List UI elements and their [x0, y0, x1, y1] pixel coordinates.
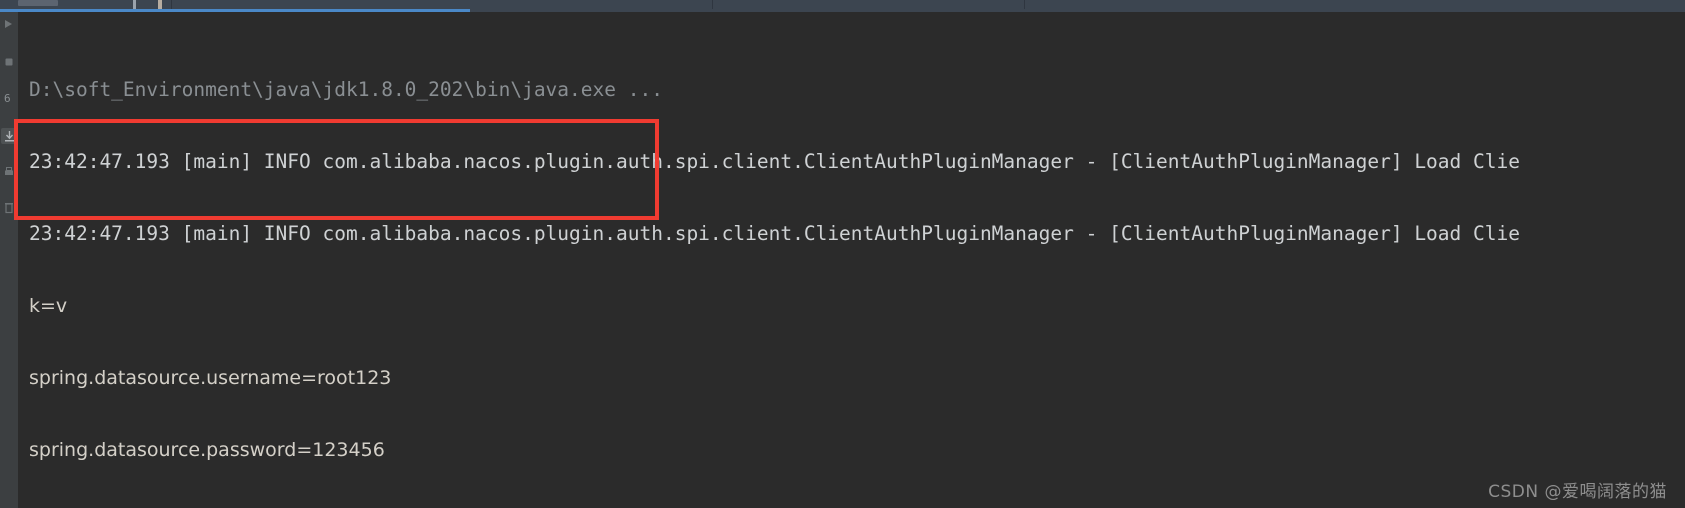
svg-text:6: 6 — [4, 92, 11, 104]
console-toolbar: 6 — [0, 12, 19, 508]
stop-button[interactable] — [1, 54, 17, 70]
console-text: D:\soft_Environment\java\jdk1.8.0_202\bi… — [19, 12, 1520, 508]
print-icon — [3, 166, 15, 178]
console-line-keyvalue: spring.datasource.password=123456 — [29, 439, 385, 461]
tab-chip[interactable] — [18, 0, 58, 6]
clear-all-button[interactable] — [1, 200, 17, 216]
watermark: CSDN @爱喝阔落的猫 — [1488, 482, 1667, 502]
console-line-info: 23:42:47.193 [main] INFO com.alibaba.nac… — [29, 222, 1520, 245]
console-line-keyvalue: spring.datasource.username=root123 — [29, 367, 392, 389]
trace-icon: 6 — [3, 92, 15, 104]
trace-button[interactable]: 6 — [1, 90, 17, 106]
scroll-to-end-button[interactable] — [1, 128, 17, 144]
console-output-area[interactable]: D:\soft_Environment\java\jdk1.8.0_202\bi… — [19, 12, 1685, 508]
stop-icon — [3, 56, 15, 68]
run-console-window: 6 D:\soft_Environment\java\jdk1.8.0_202\… — [0, 0, 1685, 508]
print-button[interactable] — [1, 164, 17, 180]
tab-tick-marker-b — [158, 0, 162, 9]
rerun-button[interactable] — [1, 16, 17, 32]
console-line-info: 23:42:47.193 [main] INFO com.alibaba.nac… — [29, 150, 1520, 173]
tab-tick-marker-a — [133, 0, 136, 9]
clear-all-icon — [3, 202, 15, 214]
scroll-to-end-icon — [3, 130, 16, 143]
console-line-keyvalue: k=v — [29, 295, 68, 317]
console-line-command: D:\soft_Environment\java\jdk1.8.0_202\bi… — [29, 78, 663, 101]
rerun-icon — [3, 18, 15, 30]
